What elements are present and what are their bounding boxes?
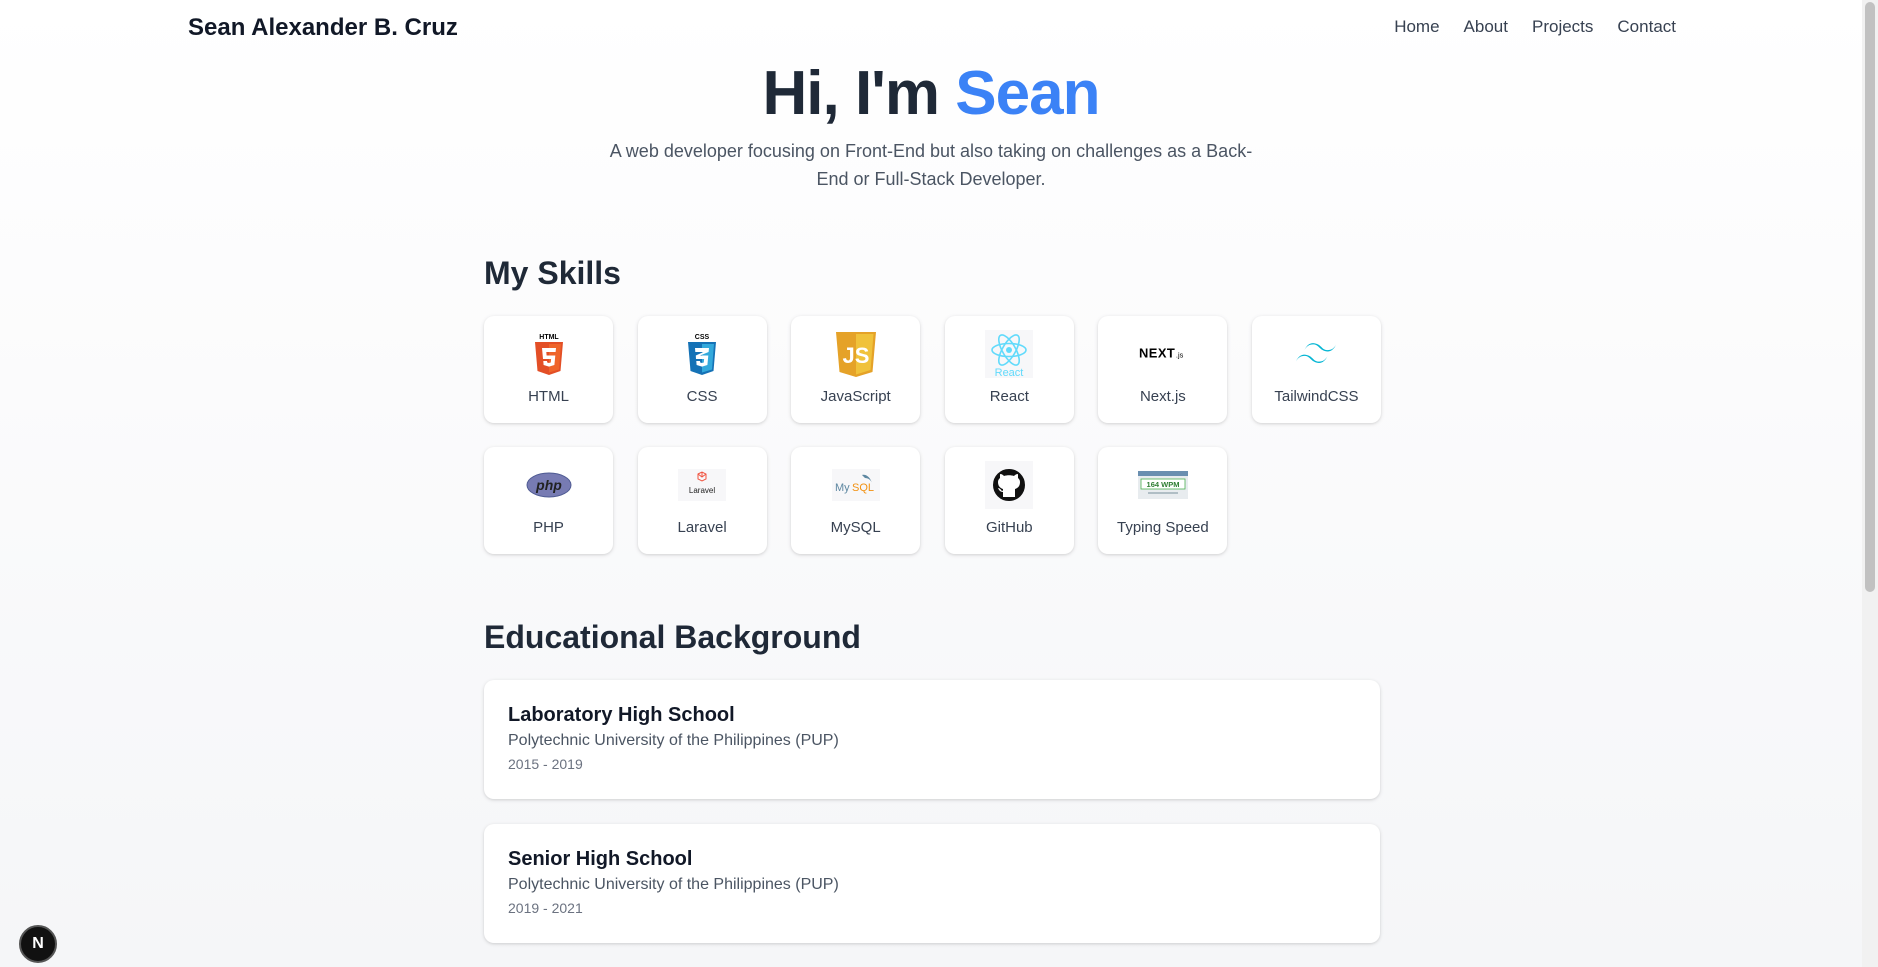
scrollbar-thumb[interactable] <box>1865 2 1875 592</box>
svg-text:.js: .js <box>1176 351 1184 360</box>
education-card: Laboratory High School Polytechnic Unive… <box>484 680 1380 799</box>
site-header: Sean Alexander B. Cruz Home About Projec… <box>0 0 1862 56</box>
tailwindcss-icon <box>1292 330 1340 378</box>
education-years: 2019 - 2021 <box>508 900 583 916</box>
education-card: Senior High School Polytechnic Universit… <box>484 824 1380 943</box>
svg-text:My: My <box>835 482 850 494</box>
typing-speed-icon: 164 WPM <box>1137 461 1188 509</box>
skill-card-laravel[interactable]: Laravel Laravel <box>637 447 767 554</box>
html5-icon: HTML <box>525 330 573 378</box>
svg-text:React: React <box>995 367 1024 378</box>
skill-card-tailwindcss[interactable]: TailwindCSS <box>1251 316 1381 423</box>
skill-card-javascript[interactable]: JS JavaScript <box>791 316 921 423</box>
svg-text:HTML: HTML <box>539 334 559 341</box>
css3-icon: CSS <box>678 330 726 378</box>
php-icon: php <box>525 461 573 509</box>
svg-text:SQL: SQL <box>852 482 874 494</box>
skills-heading: My Skills <box>484 255 621 291</box>
education-years: 2015 - 2019 <box>508 756 583 772</box>
skill-card-typing-speed[interactable]: 164 WPM Typing Speed <box>1098 447 1228 554</box>
hero-title: Hi, I'm Sean <box>0 58 1862 129</box>
javascript-icon: JS <box>832 330 880 378</box>
skill-label: Next.js <box>1139 388 1186 405</box>
svg-text:php: php <box>535 477 562 493</box>
skill-label: Laravel <box>677 519 727 536</box>
skills-grid: HTML HTML CSS CSS JS JavaScript React Re… <box>484 316 1384 554</box>
svg-text:CSS: CSS <box>695 334 710 341</box>
education-heading: Educational Background <box>484 619 861 655</box>
nextjs-icon: NEXT .js <box>1139 330 1187 378</box>
nav-projects[interactable]: Projects <box>1532 17 1593 37</box>
skill-label: React <box>989 388 1029 405</box>
skill-label: Typing Speed <box>1117 519 1209 536</box>
education-level: Laboratory High School <box>508 704 735 726</box>
nav-about[interactable]: About <box>1464 17 1508 37</box>
skill-label: HTML <box>528 388 569 405</box>
skill-card-css[interactable]: CSS CSS <box>637 316 767 423</box>
skill-card-php[interactable]: php PHP <box>484 447 613 554</box>
svg-text:NEXT: NEXT <box>1139 346 1175 361</box>
typing-speed-badge: 164 WPM <box>1146 480 1179 489</box>
nextjs-dev-badge[interactable]: N <box>19 925 57 963</box>
skill-label: JavaScript <box>820 388 891 405</box>
svg-text:Laravel: Laravel <box>689 486 715 495</box>
education-school: Polytechnic University of the Philippine… <box>508 876 839 893</box>
skill-label: TailwindCSS <box>1274 388 1359 405</box>
skill-card-mysql[interactable]: My SQL MySQL <box>791 447 921 554</box>
laravel-icon: Laravel <box>678 461 727 509</box>
page-scrollbar[interactable] <box>1862 0 1878 967</box>
hero-greeting: Hi, I'm <box>762 59 941 128</box>
skill-label: CSS <box>686 388 718 405</box>
hero-subtitle: A web developer focusing on Front-End bu… <box>609 141 1253 189</box>
github-icon <box>985 461 1034 509</box>
skill-card-github[interactable]: GitHub <box>944 447 1074 554</box>
skill-label: PHP <box>533 519 564 536</box>
nav-contact[interactable]: Contact <box>1617 17 1676 37</box>
skill-card-nextjs[interactable]: NEXT .js Next.js <box>1098 316 1228 423</box>
react-icon: React <box>985 330 1034 378</box>
site-brand[interactable]: Sean Alexander B. Cruz <box>188 14 458 42</box>
education-school: Polytechnic University of the Philippine… <box>508 732 839 749</box>
education-level: Senior High School <box>508 848 693 870</box>
main-nav: Home About Projects Contact <box>1394 17 1676 37</box>
skill-label: GitHub <box>985 519 1033 536</box>
hero-name: Sean <box>955 59 1100 128</box>
svg-text:JS: JS <box>842 343 869 368</box>
skill-card-html[interactable]: HTML HTML <box>484 316 613 423</box>
nav-home[interactable]: Home <box>1394 17 1439 37</box>
skill-card-react[interactable]: React React <box>944 316 1074 423</box>
skill-label: MySQL <box>830 519 881 536</box>
mysql-icon: My SQL <box>831 461 880 509</box>
